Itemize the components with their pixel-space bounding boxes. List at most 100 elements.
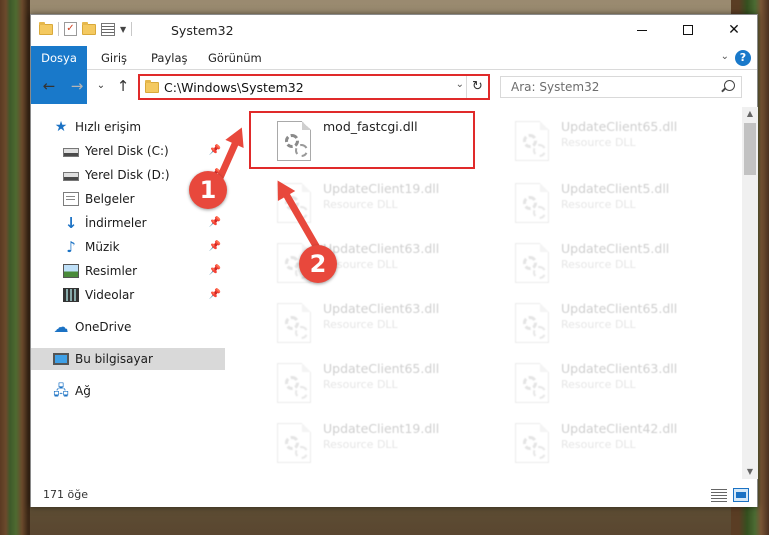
forward-button[interactable]: → [67, 76, 87, 96]
pin-icon[interactable]: 📌 [209, 241, 221, 252]
sidebar-item-label: Ağ [75, 384, 91, 398]
maximize-icon [683, 25, 693, 35]
maximize-button[interactable] [665, 15, 711, 45]
gear-icon [523, 436, 546, 459]
file-name: UpdateClient65.dll [561, 301, 678, 316]
sidebar-item-label: Yerel Disk (C:) [85, 144, 169, 158]
file-type: Resource DLL [561, 438, 636, 451]
recent-locations-button[interactable]: ⌄ [91, 76, 111, 96]
sidebar-item-local-disk-c[interactable]: Yerel Disk (C:) 📌 [31, 140, 225, 162]
minimize-icon [637, 29, 647, 31]
file-item[interactable]: UpdateClient63.dll Resource DLL [489, 355, 721, 413]
music-icon: ♪ [66, 238, 76, 256]
file-type: Resource DLL [561, 318, 636, 331]
sidebar-item-label: Yerel Disk (D:) [85, 168, 170, 182]
file-name: UpdateClient63.dll [323, 301, 440, 316]
back-button[interactable]: ← [39, 76, 59, 96]
file-item[interactable]: UpdateClient42.dll Resource DLL [489, 415, 721, 473]
minimize-button[interactable] [619, 15, 665, 45]
toolbar-separator [58, 22, 59, 36]
sidebar-item-label: Bu bilgisayar [75, 352, 153, 366]
pc-icon [53, 353, 69, 365]
file-item[interactable]: UpdateClient65.dll Resource DLL [489, 113, 721, 171]
tab-view[interactable]: Görünüm [198, 46, 272, 70]
search-input[interactable] [501, 77, 716, 97]
file-item[interactable]: UpdateClient63.dll Resource DLL [251, 235, 483, 293]
step-badge-2: 2 [299, 245, 337, 283]
file-item[interactable]: UpdateClient5.dll Resource DLL [489, 175, 721, 233]
pin-icon[interactable]: 📌 [209, 289, 221, 300]
chevron-down-icon[interactable]: ▼ [120, 25, 126, 34]
file-type: Resource DLL [561, 258, 636, 271]
file-item[interactable]: UpdateClient5.dll Resource DLL [489, 235, 721, 293]
address-bar[interactable]: C:\Windows\System32 ⌄ ↻ [138, 74, 490, 100]
quick-access-toolbar: ✓ ▼ [39, 21, 133, 36]
sidebar-item-pictures[interactable]: Resimler 📌 [31, 260, 225, 282]
scroll-thumb[interactable] [744, 123, 756, 175]
scroll-up-icon[interactable]: ▲ [742, 107, 758, 121]
sidebar-item-network[interactable]: 🖧 Ağ [31, 380, 225, 402]
tab-share[interactable]: Paylaş [141, 46, 198, 70]
sidebar-item-label: Videolar [85, 288, 135, 302]
details-view-icon[interactable] [711, 488, 727, 502]
step-badge-1: 1 [189, 171, 227, 209]
address-path[interactable]: C:\Windows\System32 [164, 80, 304, 95]
folder-icon [39, 21, 53, 35]
file-item[interactable]: UpdateClient19.dll Resource DLL [251, 415, 483, 473]
scroll-down-icon[interactable]: ▼ [742, 465, 758, 479]
toolbar-separator [131, 22, 133, 36]
sidebar-item-this-pc[interactable]: Bu bilgisayar [31, 348, 225, 370]
search-box[interactable] [500, 76, 742, 98]
properties-check-icon[interactable]: ✓ [64, 22, 77, 36]
pin-icon[interactable]: 📌 [209, 217, 221, 228]
help-icon[interactable]: ? [735, 50, 751, 66]
pin-icon[interactable]: 📌 [209, 265, 221, 276]
tab-home[interactable]: Giriş [91, 46, 137, 70]
dll-file-icon [515, 243, 549, 283]
refresh-button[interactable]: ↻ [466, 76, 488, 98]
network-icon: 🖧 [53, 383, 69, 399]
gear-icon [285, 256, 308, 279]
search-icon[interactable] [724, 80, 735, 91]
ribbon-expand-icon[interactable]: ⌄ [721, 51, 729, 62]
file-name: UpdateClient5.dll [561, 241, 670, 256]
pin-icon[interactable]: 📌 [209, 145, 221, 156]
close-button[interactable]: ✕ [711, 15, 757, 45]
drive-icon [63, 171, 79, 181]
dll-file-icon [515, 183, 549, 223]
documents-icon [63, 192, 79, 206]
file-type: Resource DLL [561, 198, 636, 211]
file-type: Resource DLL [323, 378, 398, 391]
sidebar-item-downloads[interactable]: ↓ İndirmeler 📌 [31, 212, 225, 234]
file-item[interactable]: UpdateClient65.dll Resource DLL [489, 295, 721, 353]
sidebar-item-label: İndirmeler [85, 216, 147, 230]
sidebar-item-music[interactable]: ♪ Müzik 📌 [31, 236, 225, 258]
new-folder-icon[interactable] [82, 21, 96, 35]
sidebar-item-label: Müzik [85, 240, 120, 254]
chevron-down-icon[interactable]: ⌄ [456, 79, 464, 90]
sidebar-item-quick-access[interactable]: ★ Hızlı erişim [31, 116, 225, 138]
window-controls: ✕ [619, 15, 757, 45]
videos-icon [63, 288, 79, 302]
title-bar: ✓ ▼ System32 ✕ [31, 15, 757, 46]
gear-icon [523, 134, 546, 157]
file-type: Resource DLL [561, 136, 636, 149]
dll-file-icon [277, 423, 311, 463]
status-bar: 171 öğe [31, 485, 757, 507]
navigation-pane: ★ Hızlı erişim Yerel Disk (C:) 📌 Yerel D… [31, 111, 225, 481]
file-item[interactable]: UpdateClient65.dll Resource DLL [251, 355, 483, 413]
download-icon: ↓ [64, 214, 78, 232]
file-item[interactable]: UpdateClient63.dll Resource DLL [251, 295, 483, 353]
up-button[interactable]: ↑ [113, 76, 133, 96]
sidebar-item-onedrive[interactable]: ☁ OneDrive [31, 316, 225, 338]
sidebar-item-label: Belgeler [85, 192, 135, 206]
large-icons-view-icon[interactable] [733, 488, 749, 502]
file-name: UpdateClient42.dll [561, 421, 678, 436]
list-properties-icon[interactable] [101, 22, 115, 36]
star-icon: ★ [54, 119, 68, 135]
sidebar-item-videos[interactable]: Videolar 📌 [31, 284, 225, 306]
dll-file-icon [515, 121, 549, 161]
file-name: UpdateClient63.dll [561, 361, 678, 376]
dll-file-icon [277, 303, 311, 343]
vertical-scrollbar[interactable]: ▲ ▼ [742, 107, 758, 479]
